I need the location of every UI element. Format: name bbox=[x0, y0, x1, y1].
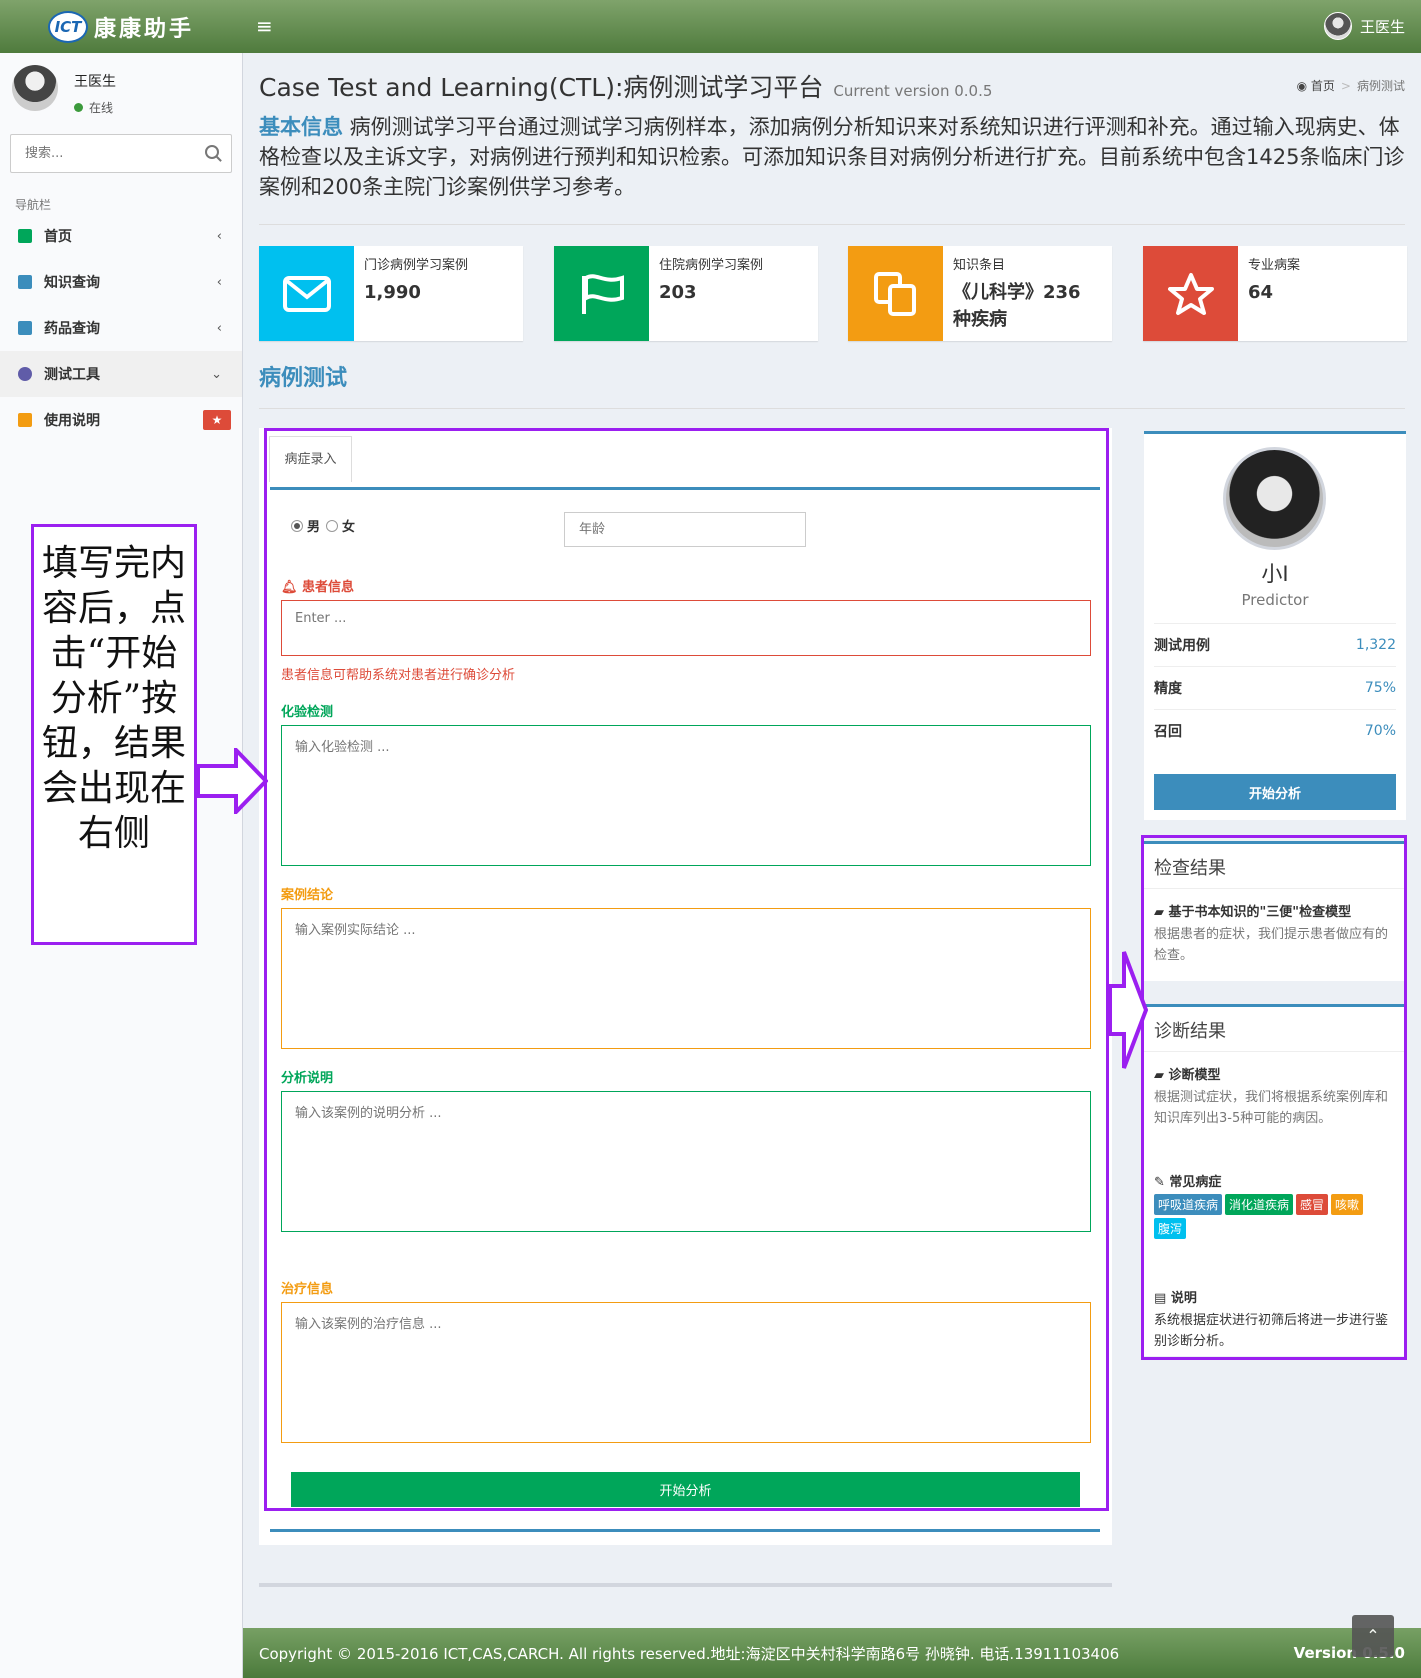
intro-paragraph: 基本信息 病例测试学习平台通过测试学习病例样本，添加病例分析知识来对系统知识进行… bbox=[259, 112, 1405, 202]
chevron-up-icon: ⌃ bbox=[1366, 1626, 1380, 1645]
stat-key: 测试用例 bbox=[1154, 638, 1210, 654]
sidebar-item-label: 测试工具 bbox=[44, 367, 100, 383]
info-box-outpatient: 门诊病例学习案例 1,990 bbox=[259, 246, 523, 341]
user-menu[interactable]: 王医生 bbox=[1323, 12, 1405, 40]
info-box-value: 64 bbox=[1248, 282, 1274, 303]
breadcrumb-separator: > bbox=[1340, 79, 1351, 93]
info-box-knowledge: 知识条目《儿科学》236种疾病 bbox=[848, 246, 1112, 341]
sidebar-item-test-tools[interactable]: 测试工具 ⌄ bbox=[0, 351, 242, 397]
avatar bbox=[1323, 12, 1352, 40]
scroll-to-top-button[interactable]: ⌃ bbox=[1352, 1615, 1394, 1657]
stat-row-recall: 召回 70% bbox=[1154, 709, 1396, 752]
breadcrumb-home[interactable]: 首页 bbox=[1311, 79, 1335, 93]
copyright-text: Copyright © 2015-2016 ICT,CAS,CARCH. All… bbox=[259, 1644, 1120, 1663]
info-box-value: 203 bbox=[659, 282, 697, 303]
predictor-name: 小I bbox=[1261, 562, 1289, 586]
info-box-label: 知识条目 bbox=[953, 258, 1006, 273]
section-title: 病例测试 bbox=[259, 366, 348, 391]
predictor-role: Predictor bbox=[1241, 591, 1309, 609]
envelope-icon bbox=[259, 246, 354, 341]
bookmark-icon bbox=[18, 413, 32, 427]
stat-value[interactable]: 70% bbox=[1365, 723, 1396, 739]
status-indicator: 在线 bbox=[74, 99, 116, 116]
predictor-avatar bbox=[1223, 447, 1326, 550]
star-badge: ★ bbox=[203, 410, 231, 430]
intro-label: 基本信息 bbox=[259, 115, 343, 139]
user-name: 王医生 bbox=[1359, 17, 1405, 36]
sidebar-item-knowledge[interactable]: 知识查询 ‹ bbox=[0, 259, 242, 305]
info-box-cases: 专业病案 64 bbox=[1143, 246, 1407, 341]
predictor-profile-box: 小I Predictor 测试用例 1,322 精度 75% 召回 70% 开始分析 bbox=[1144, 431, 1406, 820]
version-text: Current version 0.0.5 bbox=[833, 82, 993, 100]
search-input[interactable] bbox=[11, 135, 191, 172]
stat-row-precision: 精度 75% bbox=[1154, 666, 1396, 709]
stat-row-test-cases: 测试用例 1,322 bbox=[1154, 623, 1396, 666]
stat-value[interactable]: 1,322 bbox=[1356, 637, 1396, 653]
stat-key: 精度 bbox=[1154, 681, 1182, 697]
annotation-frame-results bbox=[1141, 835, 1407, 1360]
divider bbox=[259, 224, 1405, 225]
sidebar-item-label: 知识查询 bbox=[44, 275, 100, 291]
nav-header: 导航栏 bbox=[15, 198, 52, 212]
menu-toggle-icon[interactable]: ≡ bbox=[256, 14, 273, 38]
medkit-icon bbox=[18, 275, 32, 289]
breadcrumb-current: 病例测试 bbox=[1356, 79, 1405, 93]
form-footer-line bbox=[270, 1529, 1100, 1532]
info-box-label: 门诊病例学习案例 bbox=[364, 258, 469, 273]
page-title: Case Test and Learning(CTL):病例测试学习平台 Curr… bbox=[259, 68, 992, 104]
bottom-divider bbox=[259, 1583, 1112, 1587]
sidebar-item-help[interactable]: 使用说明 ★ bbox=[0, 397, 242, 443]
breadcrumb: ◉ 首页 > 病例测试 bbox=[1297, 77, 1405, 94]
status-label: 在线 bbox=[89, 101, 114, 115]
intro-text: 病例测试学习平台通过测试学习病例样本，添加病例分析知识来对系统知识进行评测和补充… bbox=[259, 115, 1405, 199]
profile-start-analysis-button[interactable]: 开始分析 bbox=[1154, 774, 1396, 810]
user-panel: 王医生 在线 bbox=[12, 65, 116, 116]
dashboard-icon bbox=[18, 367, 32, 381]
chevron-left-icon: ‹ bbox=[216, 228, 222, 244]
info-box-value: 《儿科学》236种疾病 bbox=[953, 282, 1081, 330]
stat-value[interactable]: 75% bbox=[1365, 680, 1396, 696]
divider bbox=[259, 408, 1405, 409]
stat-key: 召回 bbox=[1154, 724, 1182, 740]
files-icon bbox=[848, 246, 943, 341]
search-icon[interactable] bbox=[205, 145, 219, 159]
info-box-label: 住院病例学习案例 bbox=[659, 258, 764, 273]
info-box-inpatient: 住院病例学习案例 203 bbox=[554, 246, 818, 341]
dashboard-icon: ◉ bbox=[1296, 79, 1308, 93]
online-dot-icon bbox=[74, 103, 83, 112]
info-box-label: 专业病案 bbox=[1248, 258, 1301, 273]
sidebar-item-label: 使用说明 bbox=[44, 413, 100, 429]
sidebar-item-label: 首页 bbox=[44, 229, 72, 245]
sidebar-item-home[interactable]: 首页 ‹ bbox=[0, 213, 242, 259]
medkit-icon bbox=[18, 321, 32, 335]
search-box bbox=[10, 134, 232, 173]
annotation-callout: 填写完内容后，点击“开始分析”按钮，结果会出现在右侧 bbox=[31, 524, 197, 945]
page-title-text: Case Test and Learning(CTL):病例测试学习平台 bbox=[259, 73, 824, 102]
sidebar-item-label: 药品查询 bbox=[44, 321, 100, 337]
chevron-down-icon: ⌄ bbox=[211, 366, 222, 382]
info-box-value: 1,990 bbox=[364, 282, 421, 303]
annotation-frame-form bbox=[264, 428, 1109, 1511]
flag-icon bbox=[554, 246, 649, 341]
user-name: 王医生 bbox=[74, 74, 116, 90]
logo-badge: ICT bbox=[48, 10, 88, 43]
chevron-left-icon: ‹ bbox=[216, 274, 222, 290]
sitemap-icon bbox=[18, 229, 32, 243]
sidebar-item-drugs[interactable]: 药品查询 ‹ bbox=[0, 305, 242, 351]
logo[interactable]: ICT 康康助手 bbox=[0, 0, 243, 53]
top-header: ICT 康康助手 ≡ 王医生 bbox=[0, 0, 1421, 53]
avatar bbox=[12, 65, 58, 111]
footer: Copyright © 2015-2016 ICT,CAS,CARCH. All… bbox=[243, 1628, 1421, 1678]
chevron-left-icon: ‹ bbox=[216, 320, 222, 336]
star-icon bbox=[1143, 246, 1238, 341]
brand-name: 康康助手 bbox=[94, 16, 195, 42]
